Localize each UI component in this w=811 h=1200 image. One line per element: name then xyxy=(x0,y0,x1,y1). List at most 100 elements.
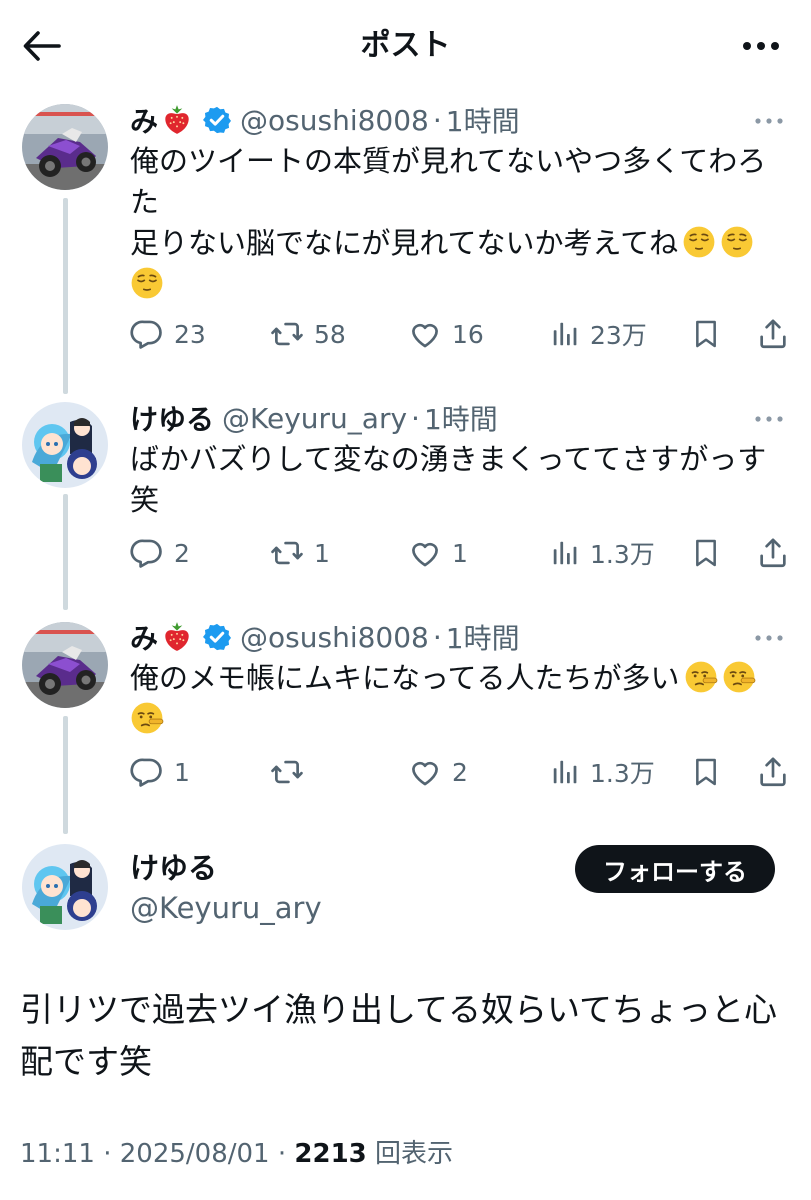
bookmark-icon xyxy=(690,317,722,351)
share-button[interactable] xyxy=(756,312,790,356)
timestamp[interactable]: 1時間 xyxy=(446,100,520,140)
repost-icon xyxy=(270,317,304,351)
text-line: 俺のツイートの本質が見れてないやつ多くてわろ xyxy=(130,144,767,178)
follow-button[interactable]: フォローする xyxy=(575,845,775,893)
reply-count: 23 xyxy=(174,319,206,349)
like-button[interactable]: 1 xyxy=(408,531,468,575)
repost-count: 1 xyxy=(314,538,330,568)
view-count: 1.3万 xyxy=(590,759,655,788)
heart-icon xyxy=(408,755,442,789)
tweet-text: ばかバズりして変なの湧きまくっててさすがっす 笑 xyxy=(130,439,780,521)
separator: · xyxy=(432,103,442,137)
reply-icon xyxy=(130,755,164,789)
action-bar: 1 2 1.3万 xyxy=(0,750,811,794)
display-name[interactable]: けゆる xyxy=(130,848,217,888)
text-line xyxy=(130,699,780,740)
repost-button[interactable] xyxy=(270,750,314,794)
bookmark-icon xyxy=(690,536,722,570)
tweet-more-button[interactable] xyxy=(749,623,789,653)
like-count: 2 xyxy=(452,757,468,787)
tweet-text: 俺のメモ帳にムキになってる人たちが多い xyxy=(130,658,780,740)
handle[interactable]: @Keyuru_ary xyxy=(130,888,322,928)
share-button[interactable] xyxy=(756,531,790,575)
tweet-date[interactable]: 2025/08/01 xyxy=(120,1139,270,1169)
text-line-content: 俺のメモ帳にムキになってる人たちが多い xyxy=(130,661,680,695)
display-name[interactable]: み xyxy=(130,617,158,657)
ellipsis-icon xyxy=(743,42,779,50)
text-line-content: 足りない脳でなにが見れてないか考えてね xyxy=(130,226,679,260)
reply-icon xyxy=(130,317,164,351)
timestamp[interactable]: 1時間 xyxy=(424,398,498,438)
views-button[interactable]: 23万 xyxy=(550,312,647,356)
like-count: 1 xyxy=(452,538,468,568)
views-icon xyxy=(550,319,580,349)
repost-icon xyxy=(270,755,304,789)
reply-button[interactable]: 23 xyxy=(130,312,206,356)
reply-button[interactable]: 1 xyxy=(130,750,190,794)
more-options-button[interactable] xyxy=(737,26,785,66)
avatar[interactable] xyxy=(22,402,108,488)
ellipsis-icon xyxy=(754,634,784,642)
view-count: 1.3万 xyxy=(590,540,655,569)
views-icon xyxy=(550,538,580,568)
timestamp[interactable]: 1時間 xyxy=(446,617,520,657)
bookmark-button[interactable] xyxy=(690,312,722,356)
handle[interactable]: @Keyuru_ary xyxy=(222,402,407,435)
display-name[interactable]: み xyxy=(130,100,158,140)
avatar[interactable] xyxy=(22,844,108,930)
tweet-header: み @osushi8008 · 1時間 xyxy=(130,615,520,659)
lying-face-icon xyxy=(130,701,164,735)
relieved-face-icon xyxy=(682,225,716,259)
strawberry-icon xyxy=(160,103,194,137)
avatar[interactable] xyxy=(22,104,108,190)
lying-face-icon xyxy=(684,660,718,694)
tweet-time[interactable]: 11:11 xyxy=(20,1139,95,1169)
share-icon xyxy=(756,755,790,789)
views-label: 回表示 xyxy=(375,1139,454,1169)
tweet-metadata: 11:11 · 2025/08/01 · 2213 回表示 xyxy=(20,1136,453,1172)
strawberry-icon xyxy=(160,620,194,654)
share-button[interactable] xyxy=(756,750,790,794)
tweet-header: けゆる @Keyuru_ary · 1時間 xyxy=(130,396,498,440)
separator: · xyxy=(103,1139,112,1169)
reply-icon xyxy=(130,536,164,570)
repost-button[interactable]: 1 xyxy=(270,531,330,575)
share-icon xyxy=(756,536,790,570)
tweet-more-button[interactable] xyxy=(749,106,789,136)
top-bar: ポスト xyxy=(0,0,811,92)
ellipsis-icon xyxy=(754,415,784,423)
thread-connector xyxy=(63,198,68,394)
text-line: 俺のメモ帳にムキになってる人たちが多い xyxy=(130,658,780,699)
text-line xyxy=(130,264,780,305)
display-name[interactable]: けゆる xyxy=(130,398,214,438)
views-icon xyxy=(550,757,580,787)
handle[interactable]: @osushi8008 xyxy=(240,621,429,654)
handle[interactable]: @osushi8008 xyxy=(240,104,429,137)
text-line: ばかバズりして変なの湧きまくっててさすがっす xyxy=(130,442,767,476)
verified-badge-icon xyxy=(202,622,232,652)
ellipsis-icon xyxy=(754,117,784,125)
separator: · xyxy=(411,401,420,435)
bookmark-button[interactable] xyxy=(690,750,722,794)
separator: · xyxy=(277,1139,287,1169)
tweet-more-button[interactable] xyxy=(749,404,789,434)
separator: · xyxy=(432,620,442,654)
like-button[interactable]: 16 xyxy=(408,312,484,356)
avatar[interactable] xyxy=(22,622,108,708)
views-button[interactable]: 1.3万 xyxy=(550,531,655,575)
bookmark-icon xyxy=(690,755,722,789)
view-count: 2213 xyxy=(294,1139,367,1169)
page-title: ポスト xyxy=(360,28,451,63)
reply-button[interactable]: 2 xyxy=(130,531,190,575)
verified-badge-icon xyxy=(202,105,232,135)
relieved-face-icon xyxy=(130,266,164,300)
repost-count: 58 xyxy=(314,319,346,349)
like-button[interactable]: 2 xyxy=(408,750,468,794)
views-button[interactable]: 1.3万 xyxy=(550,750,655,794)
text-line: た xyxy=(130,185,160,219)
action-bar: 2 1 1 1.3万 xyxy=(0,531,811,575)
repost-button[interactable]: 58 xyxy=(270,312,346,356)
bookmark-button[interactable] xyxy=(690,531,722,575)
like-count: 16 xyxy=(452,319,484,349)
tweet-text: 俺のツイートの本質が見れてないやつ多くてわろ た 足りない脳でなにが見れてないか… xyxy=(130,141,780,305)
